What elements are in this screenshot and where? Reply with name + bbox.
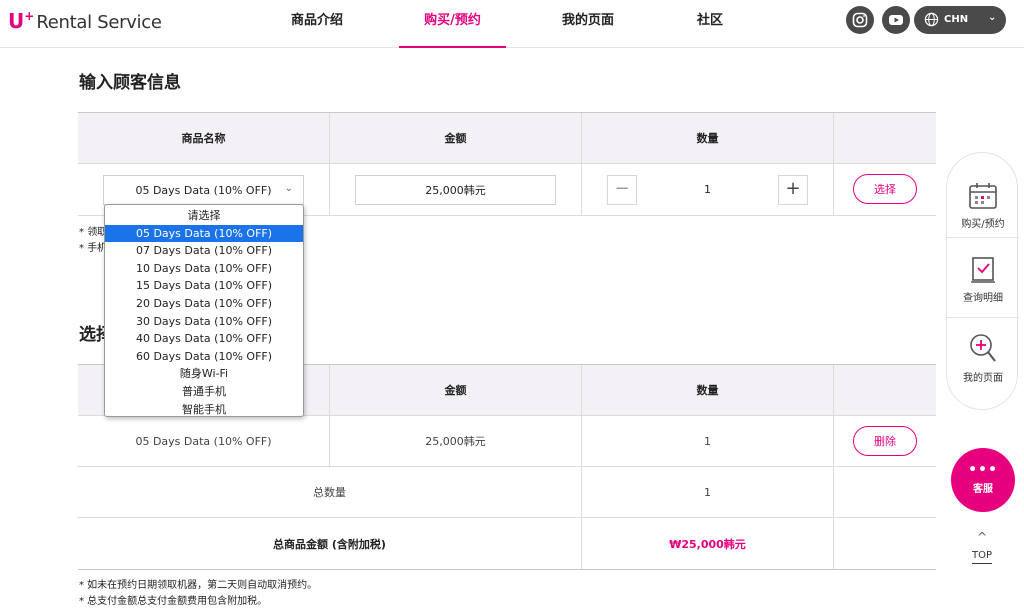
dropdown-option[interactable]: 15 Days Data (10% OFF) [105, 277, 303, 295]
top-label: TOP [971, 550, 992, 564]
total-quantity-empty [834, 467, 936, 517]
col-action [834, 113, 936, 163]
dropdown-option[interactable]: 请选择 [105, 207, 303, 225]
calendar-icon [969, 183, 997, 209]
quick-history-label: 查询明细 [963, 293, 1003, 304]
more-dots-icon: ••• [968, 462, 998, 478]
note-line: * 领取 [79, 227, 108, 238]
quick-purchase-label: 购买/预约 [961, 219, 1005, 230]
product-select[interactable]: 05 Days Data (10% OFF) ⌄ [103, 175, 304, 205]
dropdown-option[interactable]: 30 Days Data (10% OFF) [105, 313, 303, 331]
select-button[interactable]: 选择 [853, 174, 917, 204]
footer-notes: * 如未在预约日期领取机器，第二天则自动取消预约。 * 总支付金额总支付金额费用… [79, 578, 317, 610]
logo-text: Rental Service [36, 12, 162, 33]
dropdown-option[interactable]: 随身Wi-Fi [105, 365, 303, 383]
logo-plus: + [24, 9, 35, 23]
chevron-up-icon: ^ [976, 530, 988, 544]
col-amount: 金额 [330, 113, 582, 163]
total-amount-value: ₩25,000韩元 [582, 518, 834, 569]
delete-button[interactable]: 删除 [853, 426, 917, 456]
amount-cell: 25,000韩元 [330, 164, 582, 215]
item-action-cell: 删除 [834, 416, 936, 466]
quick-order-history[interactable]: 查询明细 [947, 255, 1019, 304]
language-label: CHN [944, 14, 969, 25]
dropdown-option[interactable]: 40 Days Data (10% OFF) [105, 330, 303, 348]
amount-field: 25,000韩元 [355, 175, 556, 205]
item-amount: 25,000韩元 [330, 416, 582, 466]
action-cell: 选择 [834, 164, 936, 215]
rental-purchase-page: U+ Rental Service 商品介绍 购买/预约 我的页面 社区 CHN … [0, 0, 1024, 616]
logo[interactable]: U+ Rental Service [8, 9, 162, 33]
nav-purchase-reserve[interactable]: 购买/预约 [399, 0, 506, 48]
nav-my-page[interactable]: 我的页面 [556, 0, 620, 48]
product-dropdown-list[interactable]: 请选择 05 Days Data (10% OFF) 07 Days Data … [104, 204, 304, 417]
input-table-header: 商品名称 金额 数量 [78, 113, 936, 164]
item-quantity: 1 [582, 416, 834, 466]
globe-icon [924, 12, 939, 27]
quantity-plus-button[interactable]: + [778, 175, 808, 205]
total-amount-row: 总商品金额 (含附加税) ₩25,000韩元 [78, 518, 936, 570]
col-quantity: 数量 [582, 365, 834, 415]
quantity-cell: − 1 + [582, 164, 834, 215]
item-name: 05 Days Data (10% OFF) [78, 416, 330, 466]
total-quantity-value: 1 [582, 467, 834, 517]
language-selector[interactable]: CHN ⌄ [914, 6, 1006, 34]
instagram-icon[interactable] [846, 6, 874, 34]
dropdown-option[interactable]: 10 Days Data (10% OFF) [105, 260, 303, 278]
note-line: * 如未在预约日期领取机器，第二天则自动取消预约。 [79, 580, 318, 591]
quick-divider [947, 237, 1019, 238]
youtube-icon[interactable] [882, 6, 910, 34]
input-section-title: 输入顾客信息 [79, 73, 181, 93]
col-product-name: 商品名称 [78, 113, 330, 163]
total-amount-empty [834, 518, 936, 569]
nav-community[interactable]: 社区 [690, 0, 730, 48]
top-header: U+ Rental Service 商品介绍 购买/预约 我的页面 社区 CHN … [0, 0, 1024, 48]
customer-service-button[interactable]: ••• 客服 [951, 448, 1015, 512]
table-row: 05 Days Data (10% OFF) 25,000韩元 1 删除 [78, 416, 936, 467]
chevron-down-icon: ⌄ [284, 183, 293, 194]
total-quantity-label: 总数量 [78, 467, 582, 517]
quantity-value[interactable]: 1 [637, 175, 778, 205]
customer-service-label: 客服 [973, 484, 993, 495]
col-amount: 金额 [330, 365, 582, 415]
note-line: * 手机 [79, 243, 108, 254]
scroll-top-button[interactable]: ^ TOP [962, 530, 1002, 564]
input-table: 商品名称 金额 数量 05 Days Data (10% OFF) ⌄ 25,0… [78, 112, 936, 216]
checklist-icon [971, 257, 995, 283]
logo-u: U [8, 9, 25, 33]
dropdown-option[interactable]: 普通手机 [105, 383, 303, 401]
total-amount-label: 总商品金额 (含附加税) [78, 518, 582, 569]
magnifier-plus-icon [970, 334, 996, 362]
chevron-down-icon: ⌄ [988, 12, 997, 23]
quick-menu: 购买/预约 查询明细 我的页面 [946, 152, 1019, 410]
dropdown-option[interactable]: 智能手机 [105, 401, 303, 419]
col-action [834, 365, 936, 415]
input-notes: * 领取 * 手机 [79, 225, 107, 257]
quick-my-page-label: 我的页面 [963, 373, 1003, 384]
quantity-minus-button[interactable]: − [607, 175, 637, 205]
quick-divider [947, 317, 1019, 318]
dropdown-option[interactable]: 07 Days Data (10% OFF) [105, 242, 303, 260]
quick-my-page[interactable]: 我的页面 [947, 331, 1019, 384]
col-quantity: 数量 [582, 113, 834, 163]
quick-purchase-reserve[interactable]: 购买/预约 [947, 181, 1019, 230]
dropdown-option[interactable]: 20 Days Data (10% OFF) [105, 295, 303, 313]
total-quantity-row: 总数量 1 [78, 467, 936, 518]
note-line: * 总支付金额总支付金额费用包含附加税。 [79, 596, 268, 607]
dropdown-option[interactable]: 60 Days Data (10% OFF) [105, 348, 303, 366]
dropdown-option-selected[interactable]: 05 Days Data (10% OFF) [105, 224, 303, 243]
nav-product-intro[interactable]: 商品介绍 [285, 0, 349, 48]
product-select-value: 05 Days Data (10% OFF) [135, 183, 272, 197]
